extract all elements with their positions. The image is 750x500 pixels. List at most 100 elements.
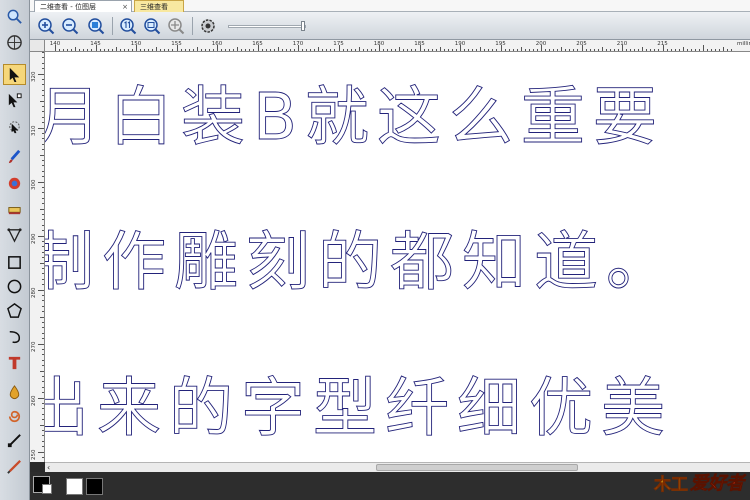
ruler-tick bbox=[314, 49, 316, 51]
horizontal-scrollbar[interactable]: ‹ bbox=[45, 462, 750, 472]
text-line-2[interactable]: 制作雕刻的都知道。 bbox=[45, 211, 678, 303]
transform-icon[interactable] bbox=[3, 116, 26, 137]
ruler-tick bbox=[40, 262, 44, 264]
ruler-tick bbox=[678, 49, 680, 51]
drawing-canvas[interactable]: 月白装B就这么重要 制作雕刻的都知道。 出来的字型纤细优美 bbox=[45, 52, 750, 462]
ruler-tick bbox=[111, 49, 113, 51]
vertical-ruler: 320 310 300 290 280 270 260 250 bbox=[30, 52, 45, 462]
arc-icon[interactable] bbox=[3, 326, 26, 347]
ruler-tick bbox=[334, 49, 336, 51]
globe-icon[interactable] bbox=[3, 32, 26, 53]
ruler-tick bbox=[42, 106, 44, 107]
eraser-icon[interactable] bbox=[3, 198, 26, 219]
text-icon[interactable] bbox=[3, 352, 26, 373]
ruler-tick bbox=[229, 49, 231, 51]
zoom-out-icon[interactable] bbox=[60, 16, 80, 36]
ruler-tick bbox=[42, 257, 44, 259]
measure-icon[interactable] bbox=[3, 430, 26, 451]
select-arrow-icon[interactable] bbox=[3, 64, 26, 85]
zoom-window-icon[interactable] bbox=[142, 16, 162, 36]
ruler-tick bbox=[261, 49, 263, 51]
circle-icon[interactable] bbox=[3, 276, 26, 297]
ruler-tick bbox=[257, 45, 259, 51]
ruler-tick bbox=[42, 111, 44, 113]
ruler-tick bbox=[690, 49, 692, 51]
tab-2d-view[interactable]: 二维查看 - 位图层 × bbox=[34, 0, 132, 12]
ruler-tick bbox=[532, 49, 534, 51]
ruler-tick bbox=[269, 49, 271, 51]
ruler-tick bbox=[281, 49, 283, 51]
ruler-tick bbox=[646, 49, 648, 51]
fill-icon[interactable] bbox=[3, 172, 26, 193]
ruler-tick bbox=[597, 49, 599, 51]
logo-mark: 木工 bbox=[654, 474, 689, 495]
ruler-tick bbox=[698, 49, 700, 51]
ruler-tick bbox=[423, 49, 425, 51]
text-line-1[interactable]: 月白装B就这么重要 bbox=[45, 66, 665, 158]
zoom-slider[interactable] bbox=[228, 25, 306, 28]
ruler-tick bbox=[42, 311, 44, 313]
ruler-tick bbox=[42, 138, 44, 140]
ruler-tick bbox=[42, 440, 44, 442]
ruler-tick bbox=[42, 203, 44, 205]
ruler-tick bbox=[601, 47, 603, 51]
ruler-tick bbox=[127, 49, 129, 51]
ruler-tick bbox=[617, 49, 619, 51]
ruler-tick bbox=[488, 49, 490, 51]
ruler-tick bbox=[707, 49, 709, 51]
toolbar-separator bbox=[112, 17, 113, 35]
black-color-swatch[interactable] bbox=[86, 478, 103, 495]
polygon-icon[interactable] bbox=[3, 300, 26, 321]
ruler-tick bbox=[480, 47, 482, 51]
rectangle-icon[interactable] bbox=[3, 252, 26, 273]
text-line-3[interactable]: 出来的字型纤细优美 bbox=[45, 357, 673, 449]
ruler-tick bbox=[208, 49, 210, 51]
ruler-tick bbox=[379, 45, 380, 51]
pen-icon[interactable] bbox=[3, 224, 26, 245]
ruler-tick bbox=[42, 457, 44, 458]
ruler-tick bbox=[192, 49, 194, 51]
ruler-tick bbox=[719, 49, 721, 51]
pan-icon[interactable] bbox=[166, 16, 186, 36]
ruler-unit-label: millime bbox=[737, 41, 750, 47]
ruler-tick bbox=[42, 133, 44, 134]
scroll-thumb[interactable] bbox=[376, 464, 578, 471]
zoom-1to1-icon[interactable] bbox=[118, 16, 138, 36]
ruler-tick bbox=[342, 49, 344, 51]
swirl-icon[interactable] bbox=[3, 406, 26, 427]
ruler-tick bbox=[180, 49, 182, 51]
ruler-tick bbox=[42, 300, 44, 302]
zoom-in-icon[interactable] bbox=[36, 16, 56, 36]
knife-icon[interactable] bbox=[3, 456, 26, 477]
ruler-tick bbox=[455, 49, 457, 51]
ruler-tick bbox=[391, 49, 393, 51]
ruler-tick bbox=[38, 127, 44, 129]
white-color-swatch[interactable] bbox=[66, 478, 83, 495]
ruler-tick bbox=[682, 47, 684, 51]
ruler-tick bbox=[95, 45, 97, 51]
ruler-tick bbox=[451, 49, 453, 51]
brush-icon[interactable] bbox=[3, 146, 26, 167]
ruler-tick bbox=[42, 176, 44, 178]
tab-3d-view[interactable]: 三维查看 bbox=[134, 0, 184, 12]
ruler-tick bbox=[42, 57, 44, 59]
tab-strip: 二维查看 - 位图层 × 三维查看 bbox=[30, 0, 750, 12]
ruler-tick bbox=[492, 49, 494, 51]
site-logo: 木工 爱好者 bbox=[654, 466, 745, 498]
zoom-fit-icon[interactable] bbox=[86, 16, 106, 36]
zoom-slider-thumb[interactable] bbox=[301, 21, 305, 31]
ruler-tick bbox=[42, 149, 44, 151]
settings-icon[interactable] bbox=[198, 16, 218, 36]
zoom-icon[interactable] bbox=[3, 6, 26, 27]
ruler-tick bbox=[42, 197, 44, 199]
droplet-icon[interactable] bbox=[3, 382, 26, 403]
ruler-tick bbox=[42, 365, 44, 367]
ruler-tick bbox=[38, 343, 44, 345]
ruler-tick bbox=[500, 45, 502, 51]
ruler-tick bbox=[727, 49, 729, 51]
node-edit-icon[interactable] bbox=[3, 90, 26, 111]
ruler-tick bbox=[310, 49, 312, 51]
background-color-swatch[interactable] bbox=[42, 484, 52, 494]
ruler-tick bbox=[42, 408, 44, 410]
ruler-tick bbox=[395, 49, 397, 51]
